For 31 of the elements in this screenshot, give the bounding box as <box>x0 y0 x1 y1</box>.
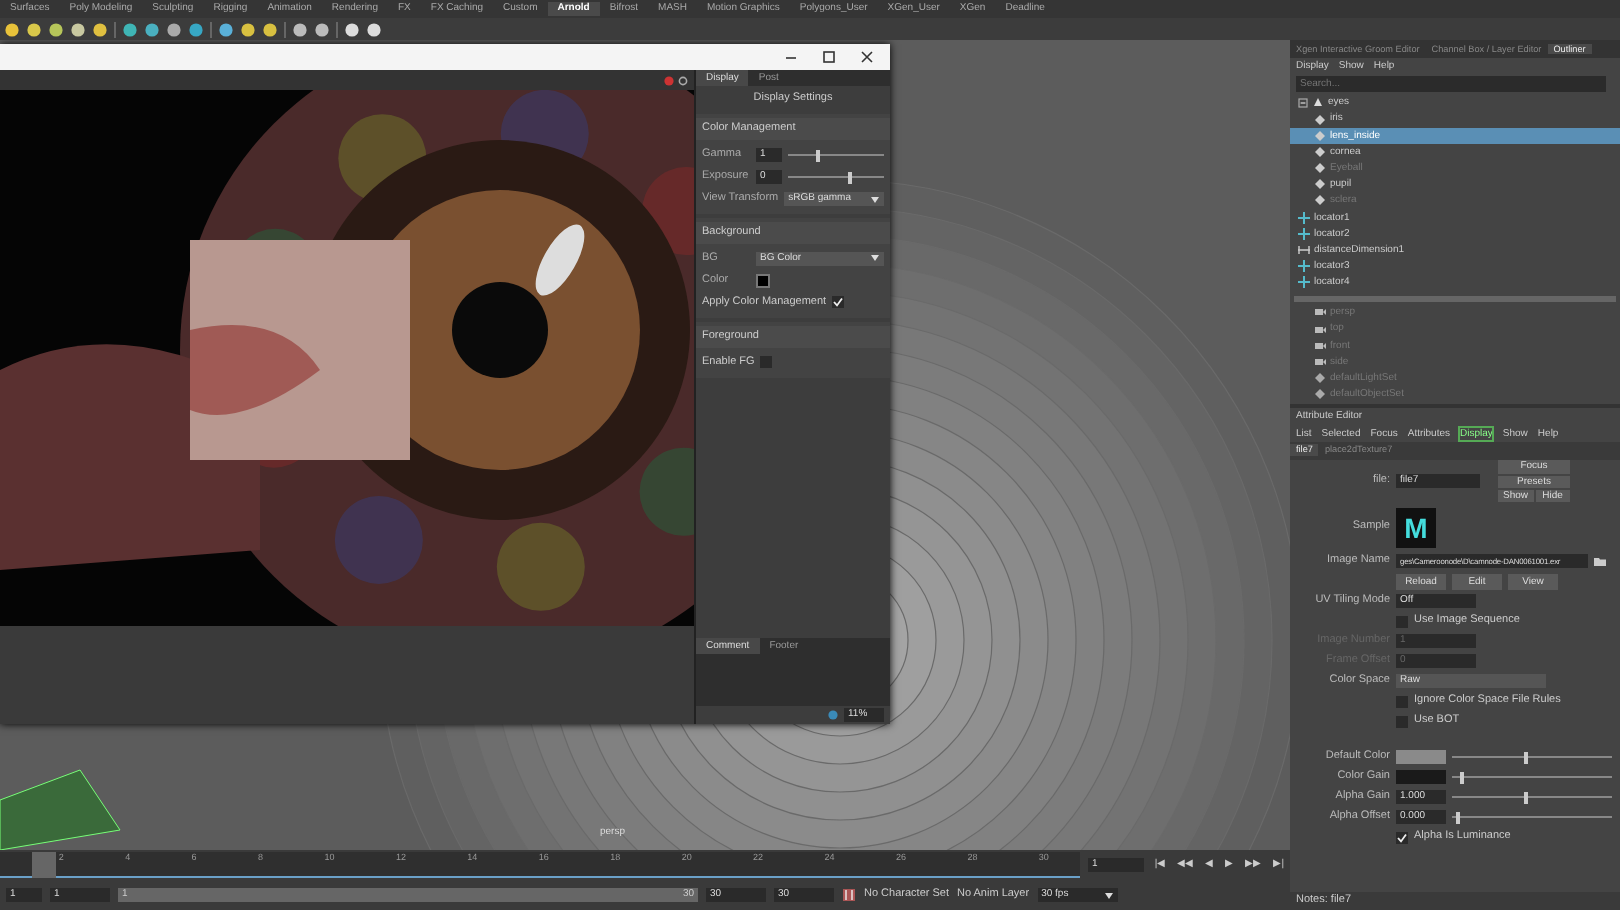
locator-icon <box>1298 227 1310 240</box>
checkbox[interactable] <box>1396 615 1408 628</box>
color-swatch[interactable] <box>1396 750 1446 765</box>
checkbox[interactable] <box>832 296 845 309</box>
collapse-icon[interactable] <box>1298 97 1308 108</box>
color-swatch[interactable] <box>756 273 770 288</box>
scrollbar[interactable] <box>1294 296 1616 303</box>
ruler-icon <box>1298 244 1310 257</box>
slider-thumb[interactable] <box>1455 811 1460 824</box>
close-icon[interactable] <box>860 50 874 64</box>
locator-icon <box>1298 276 1310 289</box>
caret-icon <box>1103 891 1114 899</box>
folder-icon[interactable] <box>1594 556 1606 567</box>
checkbox[interactable] <box>1396 715 1408 728</box>
record-icon[interactable] <box>664 75 674 85</box>
color-swatch[interactable] <box>1396 770 1446 785</box>
group-icon <box>1312 96 1324 109</box>
sample-swatch: M <box>1396 507 1436 548</box>
checkbox[interactable] <box>1396 831 1408 844</box>
slider-thumb[interactable] <box>847 171 852 183</box>
slider-thumb[interactable] <box>816 149 821 161</box>
checkbox[interactable] <box>760 356 773 369</box>
maximize-icon[interactable] <box>822 50 836 64</box>
locator-icon <box>1298 211 1310 224</box>
check-icon <box>1396 831 1408 844</box>
caret-icon <box>870 254 880 263</box>
check-icon <box>832 296 845 309</box>
caret-icon <box>870 195 880 203</box>
locator-icon <box>1298 260 1310 273</box>
checkbox[interactable] <box>1396 695 1408 708</box>
comment-field[interactable] <box>696 654 890 706</box>
